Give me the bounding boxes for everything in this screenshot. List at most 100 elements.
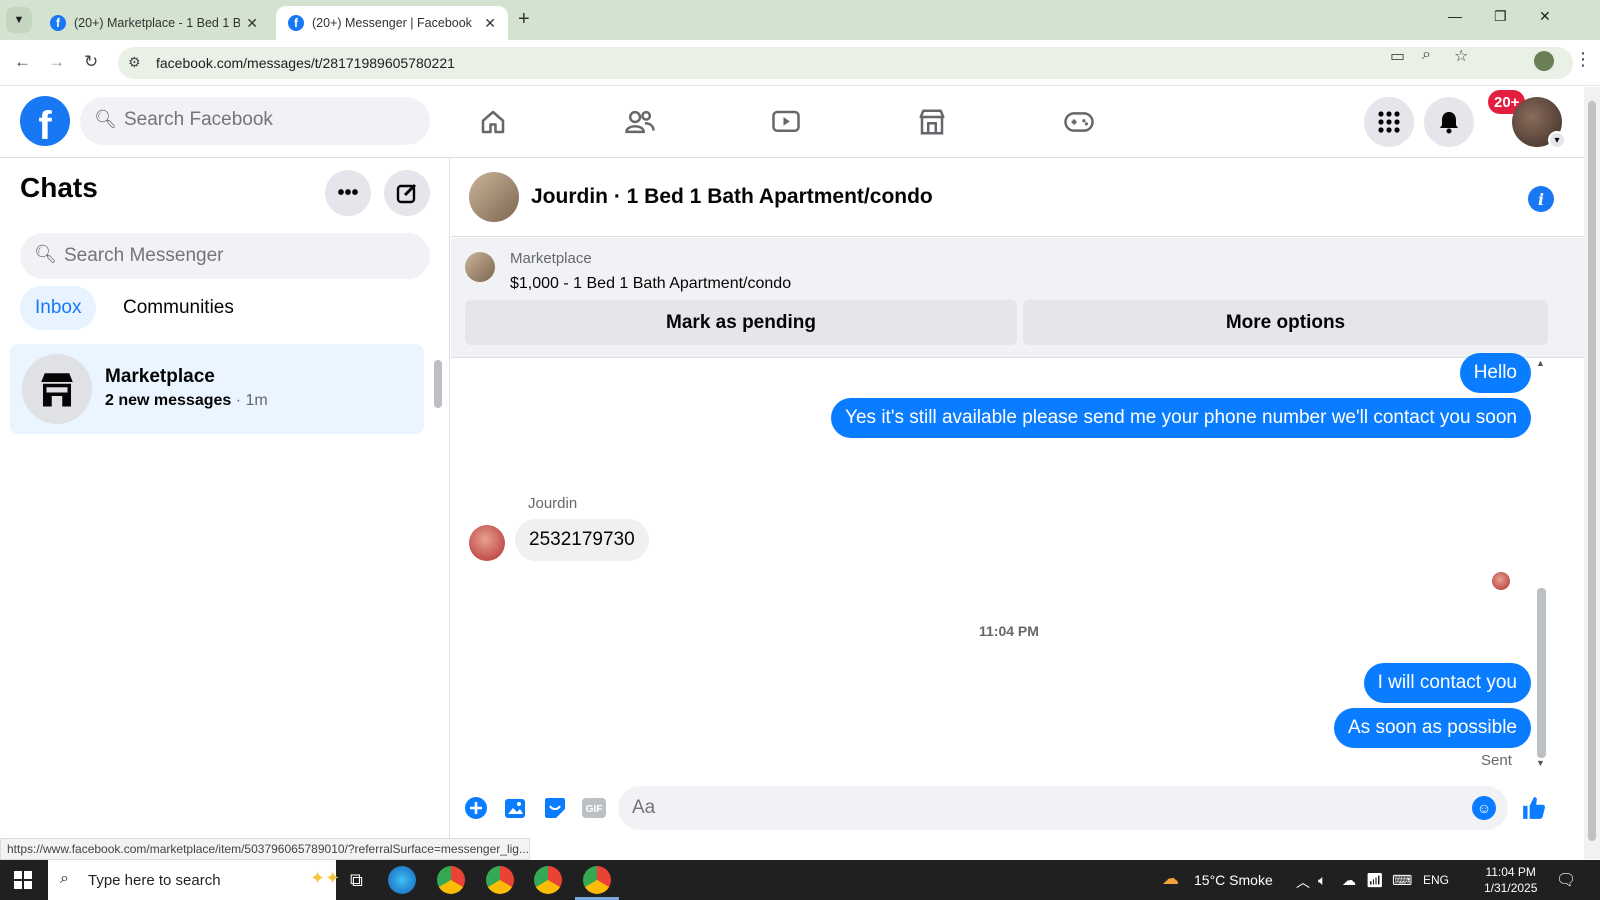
message-bubble-incoming[interactable]: 2532179730: [515, 519, 649, 561]
browser-toolbar: ← → ↻ ⚙ facebook.com/messages/t/28171989…: [0, 40, 1600, 86]
notifications-bell-icon[interactable]: [1424, 97, 1474, 147]
account-avatar[interactable]: ▾: [1512, 97, 1566, 149]
site-info-icon[interactable]: ⚙: [128, 54, 141, 71]
info-icon[interactable]: i: [1528, 186, 1554, 212]
chat-list-item-marketplace[interactable]: Marketplace 2 new messages · 1m: [10, 344, 424, 434]
scrollbar-thumb[interactable]: [1588, 101, 1596, 841]
more-options-button[interactable]: More options: [1023, 300, 1548, 345]
message-bubble-outgoing[interactable]: As soon as possible: [1334, 708, 1531, 748]
read-receipt-avatar: [1492, 572, 1510, 590]
browser-tab-messenger[interactable]: f (20+) Messenger | Facebook ✕: [276, 6, 508, 40]
message-composer: GIF ☺: [451, 778, 1584, 838]
sender-name: Jourdin: [528, 495, 578, 512]
chat-preview: 2 new messages · 1m: [105, 392, 268, 410]
bookmark-star-icon[interactable]: ☆: [1454, 46, 1468, 66]
listing-avatar[interactable]: [469, 172, 519, 222]
page-scrollbar[interactable]: [1584, 87, 1600, 859]
messenger-search[interactable]: 🔍︎: [20, 233, 430, 279]
volume-icon[interactable]: 🔈︎: [1318, 872, 1326, 889]
svg-text:GIF: GIF: [586, 804, 603, 815]
chat-options-icon[interactable]: •••: [325, 170, 371, 216]
tray-overflow-chevron-icon[interactable]: ︿: [1296, 872, 1310, 892]
chrome-active-icon[interactable]: [575, 866, 619, 900]
address-bar[interactable]: ⚙ facebook.com/messages/t/28171989605780…: [118, 47, 1573, 79]
reload-icon[interactable]: ↻: [84, 52, 98, 72]
listing-price-title[interactable]: $1,000 - 1 Bed 1 Bath Apartment/condo: [510, 275, 791, 293]
chrome-icon[interactable]: [437, 866, 465, 894]
taskbar-search[interactable]: ⌕ Type here to search ✦✦: [48, 860, 340, 900]
menu-grid-icon[interactable]: [1364, 97, 1414, 147]
gif-icon[interactable]: GIF: [581, 795, 607, 821]
conversation-title[interactable]: Jourdin · 1 Bed 1 Bath Apartment/condo: [531, 185, 933, 209]
windows-start-icon[interactable]: [14, 871, 32, 889]
browser-tab-marketplace[interactable]: f (20+) Marketplace - 1 Bed 1 Ba ✕: [38, 6, 270, 40]
facebook-header: f 🔍︎ 20+ ▾: [0, 87, 1584, 158]
listing-thumbnail[interactable]: [465, 252, 495, 282]
sender-avatar[interactable]: [469, 525, 505, 561]
emoji-icon[interactable]: ☺: [1472, 796, 1496, 820]
notification-center-icon[interactable]: 🗨︎: [1556, 870, 1576, 890]
scrollbar-thumb[interactable]: [1537, 588, 1546, 758]
marketplace-icon[interactable]: [912, 102, 952, 142]
chat-time: · 1m: [235, 392, 268, 409]
wifi-icon[interactable]: 📶︎: [1366, 872, 1384, 889]
zoom-icon[interactable]: ⌕: [1422, 46, 1431, 64]
back-icon[interactable]: ←: [14, 52, 31, 72]
friends-icon[interactable]: [620, 102, 660, 142]
chrome-menu-icon[interactable]: ⋮: [1574, 49, 1592, 70]
gaming-icon[interactable]: [1059, 102, 1099, 142]
facebook-search[interactable]: 🔍︎: [80, 97, 430, 145]
forward-icon[interactable]: →: [48, 52, 65, 72]
photo-gallery-icon[interactable]: [503, 795, 529, 821]
scrollbar-thumb[interactable]: [434, 360, 442, 408]
system-clock[interactable]: 11:04 PM 1/31/2025: [1484, 864, 1537, 896]
watch-icon[interactable]: [766, 102, 806, 142]
message-bubble-outgoing[interactable]: Yes it's still available please send me …: [831, 398, 1531, 438]
minimize-button[interactable]: —: [1448, 8, 1462, 24]
mark-as-pending-button[interactable]: Mark as pending: [465, 300, 1017, 345]
scroll-down-arrow-icon[interactable]: ▼: [1536, 758, 1545, 768]
sticker-icon[interactable]: [542, 795, 568, 821]
onedrive-cloud-icon[interactable]: ☁: [1342, 872, 1356, 889]
chat-list-scrollbar[interactable]: [432, 344, 444, 428]
plus-circle-icon[interactable]: [463, 795, 489, 821]
weather-text[interactable]: 15°C Smoke: [1194, 872, 1273, 888]
thumbs-up-icon[interactable]: [1521, 795, 1547, 821]
scroll-up-arrow-icon[interactable]: ▲: [1536, 358, 1545, 368]
tab-communities[interactable]: Communities: [108, 286, 249, 330]
tab-inbox[interactable]: Inbox: [20, 286, 97, 330]
keyboard-icon[interactable]: ⌨: [1392, 872, 1412, 889]
browser-tabstrip: ▼ f (20+) Marketplace - 1 Bed 1 Ba ✕ f (…: [0, 0, 1600, 40]
install-app-icon[interactable]: ▭: [1390, 46, 1405, 66]
input-language[interactable]: ENG: [1423, 873, 1449, 887]
conversation-panel: Jourdin · 1 Bed 1 Bath Apartment/condo i…: [451, 158, 1584, 859]
close-tab-icon[interactable]: ✕: [484, 15, 496, 32]
search-icon: ⌕: [60, 870, 69, 887]
edge-browser-icon[interactable]: [388, 866, 416, 894]
chevron-down-icon: ▾: [1548, 131, 1566, 149]
new-tab-button[interactable]: +: [518, 8, 530, 31]
messenger-search-input[interactable]: [64, 245, 404, 267]
home-icon[interactable]: [473, 102, 513, 142]
message-status: Sent: [1481, 752, 1512, 769]
taskbar-search-placeholder: Type here to search: [88, 872, 221, 889]
chrome-profile-icon[interactable]: [1534, 51, 1554, 71]
window-close-button[interactable]: ✕: [1539, 8, 1551, 25]
chat-name: Marketplace: [105, 366, 215, 387]
conversation-scrollbar[interactable]: ▲ ▼: [1534, 358, 1548, 770]
chrome-profile-b-icon[interactable]: [534, 866, 562, 894]
task-view-icon[interactable]: ⧉: [350, 870, 363, 891]
tab-title: (20+) Messenger | Facebook: [312, 16, 472, 30]
message-bubble-outgoing[interactable]: Hello: [1459, 353, 1531, 393]
tab-search-button[interactable]: ▼: [6, 7, 32, 33]
message-input[interactable]: [632, 797, 1432, 819]
new-message-icon[interactable]: [384, 170, 430, 216]
message-input-box[interactable]: ☺: [618, 786, 1508, 830]
restore-button[interactable]: ❐: [1494, 8, 1507, 25]
chrome-profile-a-icon[interactable]: [486, 866, 514, 894]
close-tab-icon[interactable]: ✕: [246, 15, 258, 32]
message-bubble-outgoing[interactable]: I will contact you: [1363, 663, 1531, 703]
weather-icon[interactable]: ☁: [1162, 869, 1179, 889]
facebook-search-input[interactable]: [124, 109, 404, 131]
facebook-logo[interactable]: f: [20, 96, 70, 146]
